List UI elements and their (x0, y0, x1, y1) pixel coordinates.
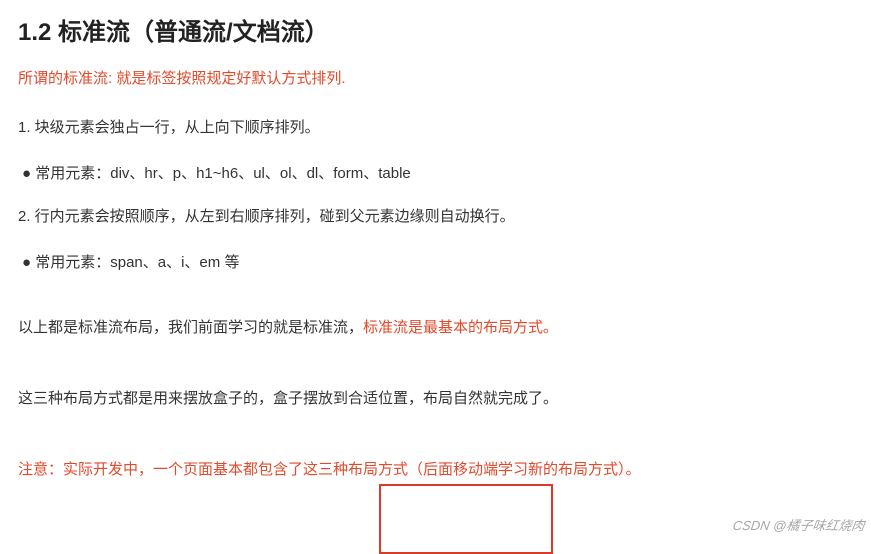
watermark-text: CSDN @橘子味红烧肉 (732, 515, 866, 534)
note-attention: 注意：实际开发中，一个页面基本都包含了这三种布局方式（后面移动端学习新的布局方式… (18, 458, 853, 479)
section-subtitle: 所谓的标准流: 就是标签按照规定好默认方式排列. (18, 67, 853, 88)
note-three-layouts: 这三种布局方式都是用来摆放盒子的，盒子摆放到合适位置，布局自然就完成了。 (18, 387, 853, 408)
section-heading: 1.2 标准流（普通流/文档流） (18, 12, 853, 47)
summary-line: 以上都是标准流布局，我们前面学习的就是标准流，标准流是最基本的布局方式。 (18, 316, 853, 337)
summary-highlight: 标准流是最基本的布局方式。 (363, 319, 558, 336)
list-item-1: 1. 块级元素会独占一行，从上向下顺序排列。 (18, 116, 853, 140)
bullet-2-text: 常用元素：span、a、i、em 等 (35, 254, 239, 271)
note-label: 注意： (18, 461, 63, 478)
annotation-box (379, 484, 553, 554)
bullet-1: 常用元素：div、hr、p、h1~h6、ul、ol、dl、form、table (18, 162, 853, 183)
summary-prefix: 以上都是标准流布局，我们前面学习的就是标准流， (18, 319, 363, 336)
list-item-2: 2. 行内元素会按照顺序，从左到右顺序排列，碰到父元素边缘则自动换行。 (18, 205, 853, 229)
bullet-2: 常用元素：span、a、i、em 等 (18, 251, 853, 272)
bullet-1-text: 常用元素：div、hr、p、h1~h6、ul、ol、dl、form、table (35, 165, 411, 182)
note-body: 实际开发中，一个页面基本都包含了这三种布局方式（后面移动端学习新的布局方式）。 (63, 461, 641, 478)
